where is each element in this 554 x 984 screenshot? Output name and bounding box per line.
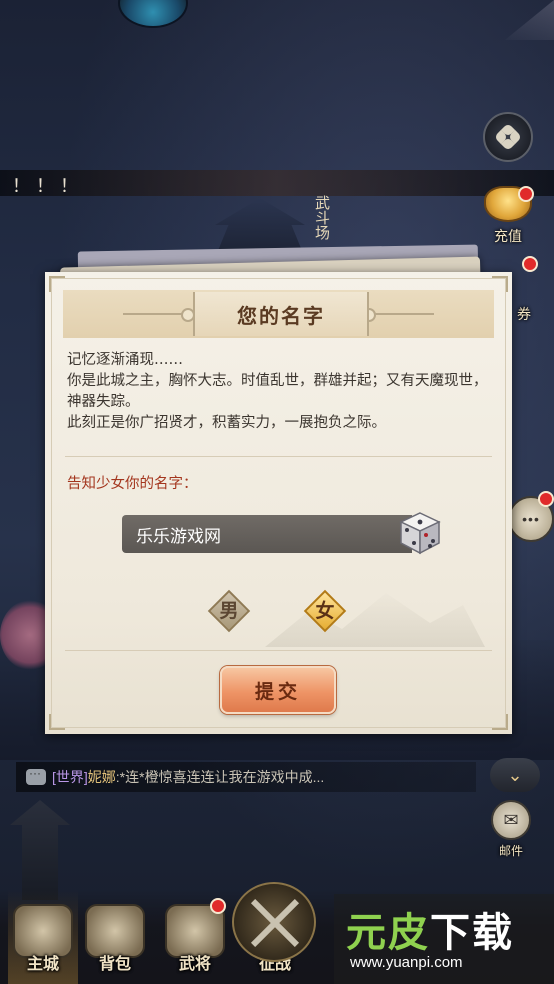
story-text: 记忆逐渐涌现…… 你是此城之主，胸怀大志。时值乱世，群雄并起；又有天魔现世，神器… [67,350,495,434]
dialog-title: 您的名字 [237,303,325,328]
chat-message: :*连*橙惊喜连连让我在游戏中成... [115,769,325,785]
flower-menu-icon [493,122,523,152]
collapse-button[interactable]: ⌄ [490,758,540,792]
submit-button[interactable]: 提交 [220,666,336,714]
chat-icon [26,766,46,785]
notification-dot [210,898,226,914]
menu-button[interactable] [483,112,533,162]
dialog-title-box: 您的名字 [193,292,369,336]
name-input[interactable]: 乐乐游戏网 [122,515,412,553]
watermark-url: www.yuanpi.com [350,954,463,971]
story-line: 记忆逐渐涌现…… [67,352,183,368]
gender-male-label: 男 [219,600,239,622]
watermark-title-green: 元皮 [346,910,430,956]
name-dialog: 您的名字 记忆逐渐涌现…… 你是此城之主，胸怀大志。时值乱世，群雄并起；又有天魔… [45,272,512,734]
nav-backpack[interactable]: 背包 [80,890,150,984]
ink-mountains [265,593,485,647]
chat-username[interactable]: 妮娜 [88,767,116,787]
story-line: 此刻正是你广招贤才，积蓄实力，一展抱负之际。 [67,415,386,431]
nav-main-city[interactable]: 主城 [8,890,78,984]
chat-channel: [世界] [52,769,88,785]
corner-ornament [492,714,508,730]
chat-bubble-icon: ••• [522,511,540,527]
dialog-frame [51,278,506,728]
nav-label: 背包 [98,954,131,973]
crossed-swords-icon[interactable] [232,882,316,962]
chevron-down-icon: ⌄ [507,764,523,786]
watermark-title-white: 下载 [430,910,514,956]
watermark-title: 元皮下载 [346,900,514,958]
banner-text: ！！！ [12,176,84,196]
corner-ornament [49,714,65,730]
recharge-button[interactable]: 充值 [478,186,538,248]
dice-icon[interactable] [397,510,443,556]
notification-dot [522,256,538,272]
world-chat-bar[interactable]: [世界] 妮娜 :*连*橙惊喜连连让我在游戏中成... [16,762,476,792]
gender-female-label: 女 [315,600,335,622]
site-watermark: 元皮下载 www.yuanpi.com [334,894,554,984]
divider [65,650,492,651]
nav-label: 武将 [178,954,211,973]
notification-dot [518,186,534,202]
gender-male-option[interactable]: 男 [207,589,251,633]
notification-dot [538,491,554,507]
recharge-label: 充值 [494,229,522,245]
nav-generals[interactable]: 武将 [160,890,230,984]
mail-button[interactable]: ✉ 邮件 [484,800,538,862]
stone-lantern [10,800,70,900]
gender-female-option[interactable]: 女 [303,589,347,633]
nav-label: 主城 [26,954,59,973]
dialog-title-band: 您的名字 [63,290,494,338]
envelope-icon: ✉ [491,800,531,840]
name-prompt: 告知少女你的名字： [67,476,198,492]
arena-sign: 武斗场 [313,194,331,240]
mail-label: 邮件 [498,844,523,858]
coupon-label[interactable]: 券 [517,304,531,324]
divider [65,456,492,457]
corner-ornament [492,276,508,292]
story-line: 你是此城之主，胸怀大志。时值乱世，群雄并起；又有天魔现世，神器失踪。 [67,373,488,410]
